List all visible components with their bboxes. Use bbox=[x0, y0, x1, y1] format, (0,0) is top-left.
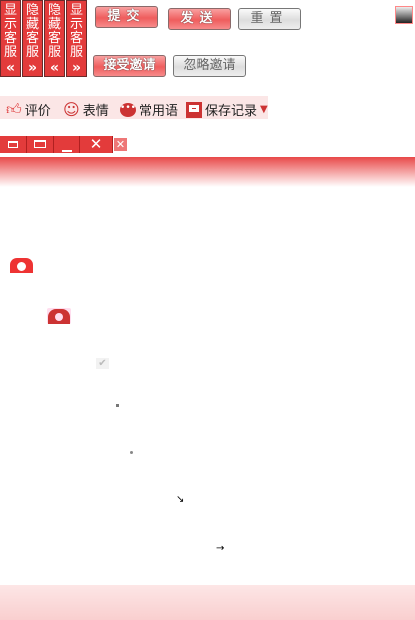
send-button[interactable]: 发送 bbox=[168, 8, 231, 30]
maximize-icon bbox=[34, 140, 46, 148]
chevron-right-icon: » bbox=[27, 60, 38, 76]
rate-label: 评价 bbox=[24, 104, 51, 119]
submit-button[interactable]: 提交 bbox=[95, 6, 158, 28]
hide-service-tab-1[interactable]: 隐藏客服» bbox=[22, 0, 43, 77]
restore-icon bbox=[8, 141, 18, 148]
show-service-tab-1[interactable]: 显示客服 « bbox=[0, 0, 21, 77]
close-icon: ✕ bbox=[89, 135, 103, 153]
accept-invite-button[interactable]: 接受邀请 bbox=[93, 55, 166, 77]
restore-window-button[interactable] bbox=[0, 136, 27, 153]
phone-icon-2[interactable] bbox=[47, 308, 71, 324]
reset-button[interactable]: 重置 bbox=[238, 8, 301, 30]
minimize-button[interactable] bbox=[54, 136, 80, 153]
maximize-button[interactable] bbox=[27, 136, 54, 153]
dot-icon bbox=[116, 404, 119, 407]
thumbs-up-icon: 👍︎ bbox=[6, 100, 22, 118]
speech-bubble-icon: ••• bbox=[120, 102, 136, 117]
header-band bbox=[0, 157, 415, 187]
save-record-button[interactable]: 保存记录 ▼ bbox=[186, 100, 268, 119]
emoji-label: 表情 bbox=[82, 104, 109, 119]
floppy-disk-icon bbox=[186, 101, 202, 118]
phrases-label: 常用语 bbox=[139, 104, 179, 119]
avatar[interactable] bbox=[395, 6, 413, 24]
hide-service-tab-2[interactable]: 隐藏客服 « bbox=[44, 0, 65, 77]
phone-icon[interactable] bbox=[10, 258, 33, 273]
tab-label: 隐藏客服 bbox=[25, 3, 39, 60]
caret-down-icon: ▼ bbox=[260, 104, 268, 115]
chevron-left-icon: « bbox=[49, 60, 60, 76]
save-label: 保存记录 bbox=[205, 104, 258, 119]
close-button[interactable]: ✕ bbox=[80, 136, 113, 153]
chevron-right-icon: » bbox=[71, 60, 82, 76]
chat-toolbar: 👍︎ 评价 ☺ 表情 ••• 常用语 保存记录 ▼ bbox=[0, 96, 268, 119]
minimize-icon bbox=[61, 150, 72, 152]
ignore-invite-button[interactable]: 忽略邀请 bbox=[173, 55, 246, 77]
rate-button[interactable]: 👍︎ 评价 bbox=[6, 100, 51, 119]
tab-label: 显示客服 bbox=[69, 3, 83, 60]
arrow-down-right-icon: ↘ bbox=[176, 494, 185, 505]
dot-icon-2 bbox=[130, 451, 133, 454]
tab-label: 隐藏客服 bbox=[47, 3, 61, 60]
phrases-button[interactable]: ••• 常用语 bbox=[120, 100, 178, 119]
show-service-tab-2[interactable]: 显示客服» bbox=[66, 0, 87, 77]
tab-label: 显示客服 bbox=[3, 3, 17, 60]
check-icon: ✔ bbox=[96, 358, 109, 369]
arrow-right-icon: → bbox=[216, 543, 225, 554]
emoji-button[interactable]: ☺ 表情 bbox=[63, 100, 109, 119]
footer-band bbox=[0, 585, 415, 620]
chevron-left-icon: « bbox=[5, 60, 16, 76]
smiley-icon: ☺ bbox=[63, 99, 80, 119]
close-small-icon[interactable]: ✕ bbox=[114, 138, 127, 151]
